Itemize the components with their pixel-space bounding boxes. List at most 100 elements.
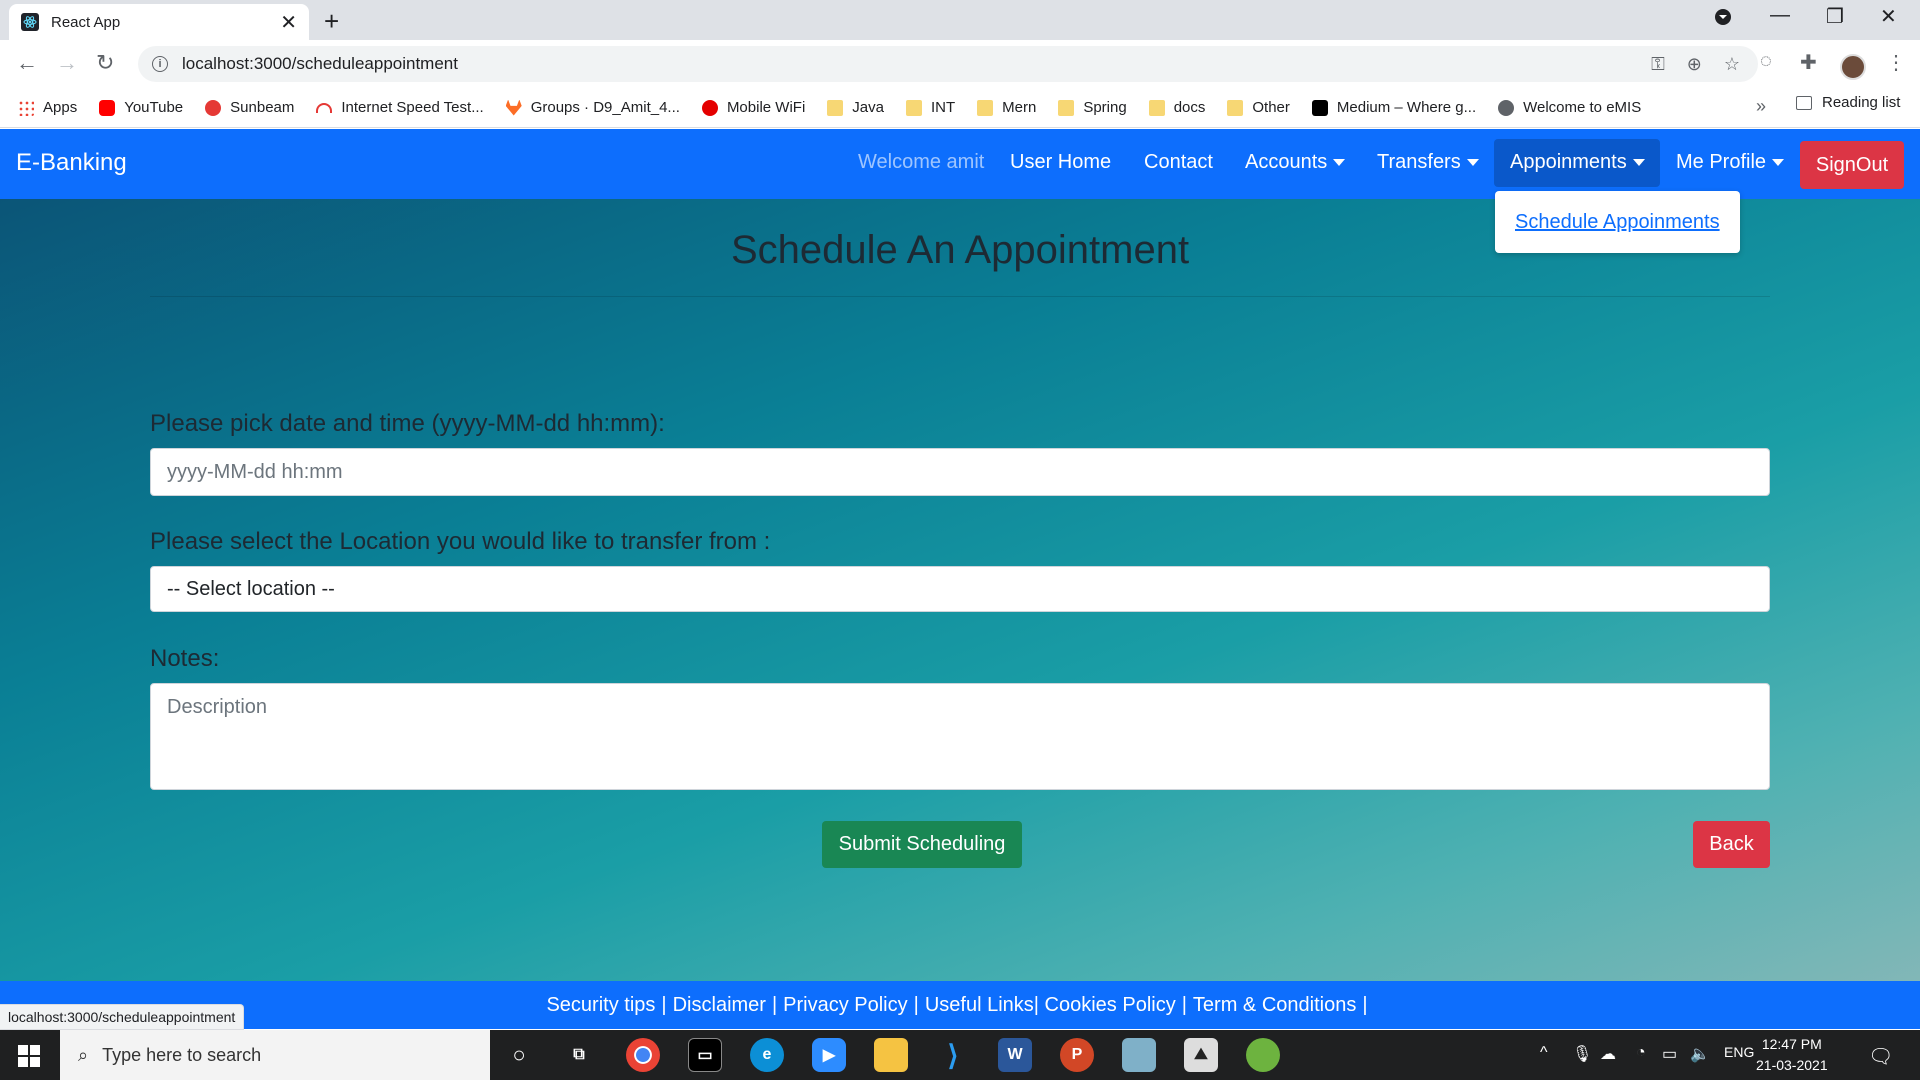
bookmark-apps[interactable]: Apps bbox=[18, 99, 77, 116]
nav-me-profile[interactable]: Me Profile bbox=[1676, 151, 1785, 174]
key-icon[interactable]: ⚿ bbox=[1651, 54, 1665, 75]
clock-time: 12:47 PM bbox=[1761, 1036, 1822, 1052]
back-arrow-icon[interactable]: ← bbox=[16, 50, 38, 76]
extensions-puzzle-icon[interactable]: ✚ bbox=[1800, 50, 1817, 75]
volume-icon[interactable]: 🔈 bbox=[1690, 1044, 1710, 1064]
tab-search-icon[interactable] bbox=[1714, 8, 1732, 32]
nav-transfers-label: Transfers bbox=[1377, 151, 1461, 173]
bookmark-label: docs bbox=[1173, 99, 1206, 116]
bookmark-label: Welcome to eMIS bbox=[1523, 99, 1642, 116]
bookmark-medium[interactable]: Medium – Where g... bbox=[1311, 99, 1476, 116]
new-tab-icon[interactable]: + bbox=[324, 6, 339, 37]
notifications-icon[interactable]: 🗨 bbox=[1868, 1044, 1893, 1069]
taskbar-search[interactable]: ⌕ Type here to search bbox=[60, 1030, 490, 1080]
submit-scheduling-button[interactable]: Submit Scheduling bbox=[822, 821, 1022, 868]
wifi-icon[interactable]: ◔ bbox=[1636, 1044, 1646, 1062]
bookmark-folder-spring[interactable]: Spring bbox=[1058, 99, 1127, 116]
cortana-icon[interactable]: ○ bbox=[502, 1038, 536, 1072]
tab-title: React App bbox=[51, 13, 121, 31]
footer-useful-links[interactable]: Useful Links bbox=[925, 994, 1034, 1017]
nav-transfers[interactable]: Transfers bbox=[1377, 151, 1479, 174]
notes-app-icon[interactable] bbox=[1122, 1038, 1156, 1072]
show-hidden-icons-chevron[interactable]: ^ bbox=[1540, 1044, 1548, 1062]
bookmark-sunbeam[interactable]: Sunbeam bbox=[205, 99, 294, 116]
profile-avatar[interactable] bbox=[1840, 54, 1866, 80]
bookmark-label: Internet Speed Test... bbox=[341, 99, 484, 116]
nav-appoinments[interactable]: Appoinments bbox=[1510, 151, 1645, 174]
location-select[interactable]: -- Select location -- bbox=[150, 566, 1770, 612]
bookmark-youtube[interactable]: YouTube bbox=[99, 99, 183, 116]
footer-separator: | bbox=[913, 993, 919, 1016]
app-navbar: E-Banking Welcome amit User Home Contact… bbox=[0, 129, 1920, 199]
microphone-icon[interactable]: 🎙 bbox=[1572, 1044, 1592, 1064]
footer-privacy-policy[interactable]: Privacy Policy bbox=[783, 994, 907, 1017]
more-bookmarks-chevron[interactable]: » bbox=[1756, 96, 1766, 117]
edge-app-icon[interactable]: e bbox=[750, 1038, 784, 1072]
bookmark-gitlab[interactable]: Groups · D9_Amit_4... bbox=[505, 99, 680, 116]
restore-icon[interactable]: ❐ bbox=[1826, 4, 1844, 29]
reading-list[interactable]: Reading list bbox=[1796, 94, 1900, 111]
taskbar-clock[interactable]: 12:47 PM 21-03-2021 bbox=[1756, 1034, 1828, 1076]
onedrive-icon[interactable]: ☁ bbox=[1600, 1044, 1616, 1064]
date-time-input[interactable] bbox=[150, 448, 1770, 496]
chrome-app-icon[interactable] bbox=[626, 1038, 660, 1072]
bookmark-emis[interactable]: Welcome to eMIS bbox=[1498, 99, 1641, 116]
task-view-icon[interactable]: ⧉ bbox=[562, 1038, 596, 1072]
bookmark-folder-int[interactable]: INT bbox=[905, 99, 955, 116]
page-title: Schedule An Appointment bbox=[730, 228, 1190, 272]
footer-disclaimer[interactable]: Disclaimer bbox=[673, 994, 766, 1017]
bookmark-folder-java[interactable]: Java bbox=[827, 99, 884, 116]
bookmark-label: Mobile WiFi bbox=[726, 99, 806, 116]
caret-down-icon bbox=[1333, 159, 1346, 167]
footer-security-tips[interactable]: Security tips bbox=[546, 994, 655, 1017]
file-explorer-icon[interactable] bbox=[874, 1038, 908, 1072]
bookmark-speedtest[interactable]: Internet Speed Test... bbox=[316, 99, 484, 116]
windows-start-icon[interactable] bbox=[18, 1045, 40, 1067]
bookmark-star-icon[interactable]: ☆ bbox=[1724, 54, 1740, 75]
site-info-icon[interactable]: i bbox=[152, 56, 168, 72]
reload-icon[interactable]: ↻ bbox=[96, 50, 114, 76]
chrome-menu-icon[interactable]: ⋮ bbox=[1886, 50, 1906, 75]
extension-circle-icon[interactable]: ◌ bbox=[1760, 50, 1772, 73]
nav-contact[interactable]: Contact bbox=[1144, 151, 1213, 174]
forward-arrow-icon[interactable]: → bbox=[56, 50, 78, 76]
close-window-icon[interactable]: ✕ bbox=[1880, 4, 1897, 29]
photos-app-icon[interactable]: ⛰ bbox=[1184, 1038, 1218, 1072]
zoom-icon[interactable]: ⊕ bbox=[1687, 54, 1702, 75]
url-text: localhost:3000/scheduleappointment bbox=[182, 54, 458, 73]
bookmark-label: Mern bbox=[1002, 99, 1037, 116]
footer-separator: | bbox=[1181, 993, 1187, 1016]
bookmark-label: Groups · D9_Amit_4... bbox=[530, 99, 680, 116]
folder-icon bbox=[905, 99, 922, 116]
close-tab-icon[interactable]: ✕ bbox=[280, 10, 297, 35]
vscode-app-icon[interactable]: ⟩ bbox=[936, 1038, 970, 1072]
bookmark-mobile-wifi[interactable]: Mobile WiFi bbox=[701, 99, 806, 116]
signout-button[interactable]: SignOut bbox=[1800, 141, 1904, 189]
bookmark-folder-other[interactable]: Other bbox=[1227, 99, 1290, 116]
footer-terms[interactable]: Term & Conditions bbox=[1193, 994, 1356, 1017]
minimize-icon[interactable]: — bbox=[1770, 4, 1790, 27]
terminal-app-icon[interactable]: ▭ bbox=[688, 1038, 722, 1072]
browser-tab[interactable]: React App ✕ bbox=[9, 4, 309, 40]
folder-icon bbox=[827, 99, 844, 116]
battery-icon[interactable]: ▭ bbox=[1662, 1044, 1677, 1064]
spring-app-icon[interactable] bbox=[1246, 1038, 1280, 1072]
nav-appoinments-label: Appoinments bbox=[1510, 151, 1627, 173]
footer-separator: | bbox=[661, 993, 667, 1016]
caret-down-icon bbox=[1632, 159, 1645, 167]
nav-accounts[interactable]: Accounts bbox=[1245, 151, 1346, 174]
word-app-icon[interactable]: W bbox=[998, 1038, 1032, 1072]
brand-logo[interactable]: E-Banking bbox=[16, 149, 127, 177]
bookmark-folder-docs[interactable]: docs bbox=[1148, 99, 1206, 116]
language-indicator[interactable]: ENG bbox=[1724, 1044, 1754, 1060]
back-button[interactable]: Back bbox=[1693, 821, 1770, 868]
powerpoint-app-icon[interactable]: P bbox=[1060, 1038, 1094, 1072]
folder-icon bbox=[1058, 99, 1075, 116]
bookmark-folder-mern[interactable]: Mern bbox=[977, 99, 1036, 116]
nav-user-home[interactable]: User Home bbox=[1010, 151, 1111, 174]
zoom-app-icon[interactable]: ▶ bbox=[812, 1038, 846, 1072]
footer-cookies-policy[interactable]: Cookies Policy bbox=[1045, 994, 1176, 1017]
folder-icon bbox=[977, 99, 994, 116]
address-bar[interactable]: i localhost:3000/scheduleappointment ⚿ ⊕… bbox=[138, 46, 1758, 82]
notes-textarea[interactable] bbox=[150, 683, 1770, 790]
